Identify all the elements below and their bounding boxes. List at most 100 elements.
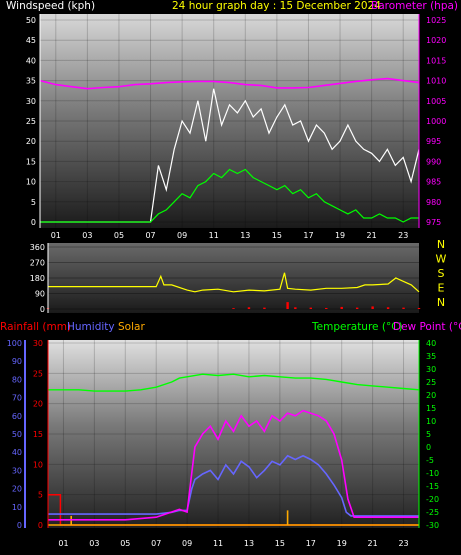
temp-y-tick-label: -20 xyxy=(426,495,439,504)
humidity-y-tick-label: 40 xyxy=(12,448,22,457)
rain-legend: Rainfall (mm) xyxy=(0,321,71,333)
temp-y-tick-label: 10 xyxy=(426,417,436,426)
temp-y-tick-label: -25 xyxy=(426,508,439,517)
wind-y-tick-label: 45 xyxy=(26,36,36,45)
humidity-y-tick-label: 10 xyxy=(12,503,22,512)
direction-rain-bar xyxy=(386,307,390,309)
humidity-y-tick-label: 70 xyxy=(12,394,22,403)
direction-y-tick-label: 0 xyxy=(40,305,45,314)
temp-x-tick-label: 13 xyxy=(244,539,254,548)
compass-label: S xyxy=(438,267,445,280)
wind-x-tick-label: 07 xyxy=(145,231,155,240)
temp-y-tick-label: 5 xyxy=(426,430,431,439)
solar-legend: Solar xyxy=(118,321,145,333)
baro-y-tick-label: 985 xyxy=(426,178,441,187)
wind-x-tick-label: 01 xyxy=(51,231,61,240)
humidity-y-tick-label: 50 xyxy=(12,430,22,439)
wind-x-tick-label: 23 xyxy=(398,231,408,240)
baro-title: Barometer (hpa) xyxy=(371,0,458,12)
temp-y-tick-label: 25 xyxy=(426,378,436,387)
direction-y-tick-label: 270 xyxy=(30,259,45,268)
wind-y-tick-label: 5 xyxy=(31,198,36,207)
temp-x-tick-label: 05 xyxy=(120,539,130,548)
temp-y-tick-label: 40 xyxy=(426,339,436,348)
temp-x-tick-label: 07 xyxy=(151,539,161,548)
baro-y-tick-label: 995 xyxy=(426,137,441,146)
temp-x-tick-label: 09 xyxy=(182,539,192,548)
wind-x-tick-label: 15 xyxy=(272,231,282,240)
humidity-y-tick-label: 60 xyxy=(12,412,22,421)
rain-y-tick-label: 0 xyxy=(38,521,43,530)
temp-x-tick-label: 15 xyxy=(275,539,285,548)
baro-y-tick-label: 1005 xyxy=(426,97,446,106)
temp-y-tick-label: 35 xyxy=(426,352,436,361)
baro-y-tick-label: 975 xyxy=(426,218,441,227)
baro-y-tick-label: 1020 xyxy=(426,36,446,45)
wind-y-tick-label: 15 xyxy=(26,157,36,166)
wind-panel: 0510152025303540455097598098599099510001… xyxy=(26,14,446,240)
direction-rain-bar xyxy=(294,307,297,309)
rain-y-tick-label: 5 xyxy=(38,491,43,500)
compass-label: N xyxy=(437,238,445,251)
baro-y-tick-label: 990 xyxy=(426,157,441,166)
wind-x-tick-label: 13 xyxy=(240,231,250,240)
wind-y-tick-label: 25 xyxy=(26,117,36,126)
temp-y-tick-label: 0 xyxy=(426,443,431,452)
temp-y-tick-label: 15 xyxy=(426,404,436,413)
direction-rain-bar xyxy=(247,307,251,309)
wind-x-tick-label: 05 xyxy=(114,231,124,240)
direction-y-tick-label: 180 xyxy=(30,274,45,283)
compass-label: N xyxy=(437,296,445,309)
humidity-y-tick-label: 100 xyxy=(7,339,22,348)
wind-x-tick-label: 09 xyxy=(177,231,187,240)
humidity-y-tick-label: 20 xyxy=(12,485,22,494)
wind-y-tick-label: 20 xyxy=(26,137,36,146)
baro-y-tick-label: 1015 xyxy=(426,56,446,65)
humidity-y-tick-label: 30 xyxy=(12,466,22,475)
direction-rain-bar xyxy=(371,306,374,309)
temp-x-tick-label: 11 xyxy=(213,539,223,548)
direction-rain-bar xyxy=(340,306,343,309)
direction-y-tick-label: 90 xyxy=(35,290,45,299)
rain-y-tick-label: 10 xyxy=(33,460,43,469)
rain-y-tick-label: 25 xyxy=(33,369,43,378)
wind-y-tick-label: 35 xyxy=(26,77,36,86)
temp-x-tick-label: 17 xyxy=(306,539,316,548)
direction-axes: 0 90 180 270 360 xyxy=(30,243,49,314)
temp-x-tick-label: 21 xyxy=(368,539,378,548)
humidity-y-tick-label: 90 xyxy=(12,357,22,366)
rain-y-tick-label: 30 xyxy=(33,339,43,348)
temp-x-tick-label: 19 xyxy=(337,539,347,548)
temp-y-tick-label: -5 xyxy=(426,456,434,465)
compass-label: E xyxy=(438,282,445,295)
chart-date-title: 24 hour graph day : 15 December 2024 xyxy=(172,0,381,12)
wind-x-tick-label: 21 xyxy=(367,231,377,240)
compass-labels: NWSEN xyxy=(436,238,447,309)
humidity-legend: Humidity xyxy=(67,321,115,333)
temp-x-tick-label: 01 xyxy=(58,539,68,548)
direction-rain-bar xyxy=(402,307,405,309)
humidity-y-tick-label: 80 xyxy=(12,375,22,384)
direction-rain-bar xyxy=(263,307,266,309)
temp-y-tick-label: -15 xyxy=(426,482,439,491)
humidity-y-tick-label: 0 xyxy=(17,521,22,530)
rain-y-tick-label: 20 xyxy=(33,400,43,409)
direction-y-tick-label: 360 xyxy=(30,243,45,252)
direction-rain-bar xyxy=(232,308,235,309)
wind-y-tick-label: 40 xyxy=(26,56,36,65)
temp-x-tick-label: 23 xyxy=(398,539,408,548)
baro-y-tick-label: 1025 xyxy=(426,16,446,25)
temp-legend: Temperature (°C) xyxy=(311,321,403,333)
wind-y-tick-label: 10 xyxy=(26,178,36,187)
temp-y-tick-label: -30 xyxy=(426,521,439,530)
rain-y-tick-label: 15 xyxy=(33,430,43,439)
baro-y-tick-label: 1010 xyxy=(426,77,446,86)
direction-rain-bar xyxy=(309,307,312,309)
temp-panel: 0102030405060708090100051015202530-30-25… xyxy=(7,339,439,548)
compass-label: W xyxy=(436,253,447,266)
wind-y-tick-label: 0 xyxy=(31,218,36,227)
direction-rain-bar xyxy=(286,302,289,309)
dew-legend: Dew Point (°C) xyxy=(393,321,461,333)
wind-x-tick-label: 19 xyxy=(335,231,345,240)
baro-y-tick-label: 980 xyxy=(426,198,441,207)
